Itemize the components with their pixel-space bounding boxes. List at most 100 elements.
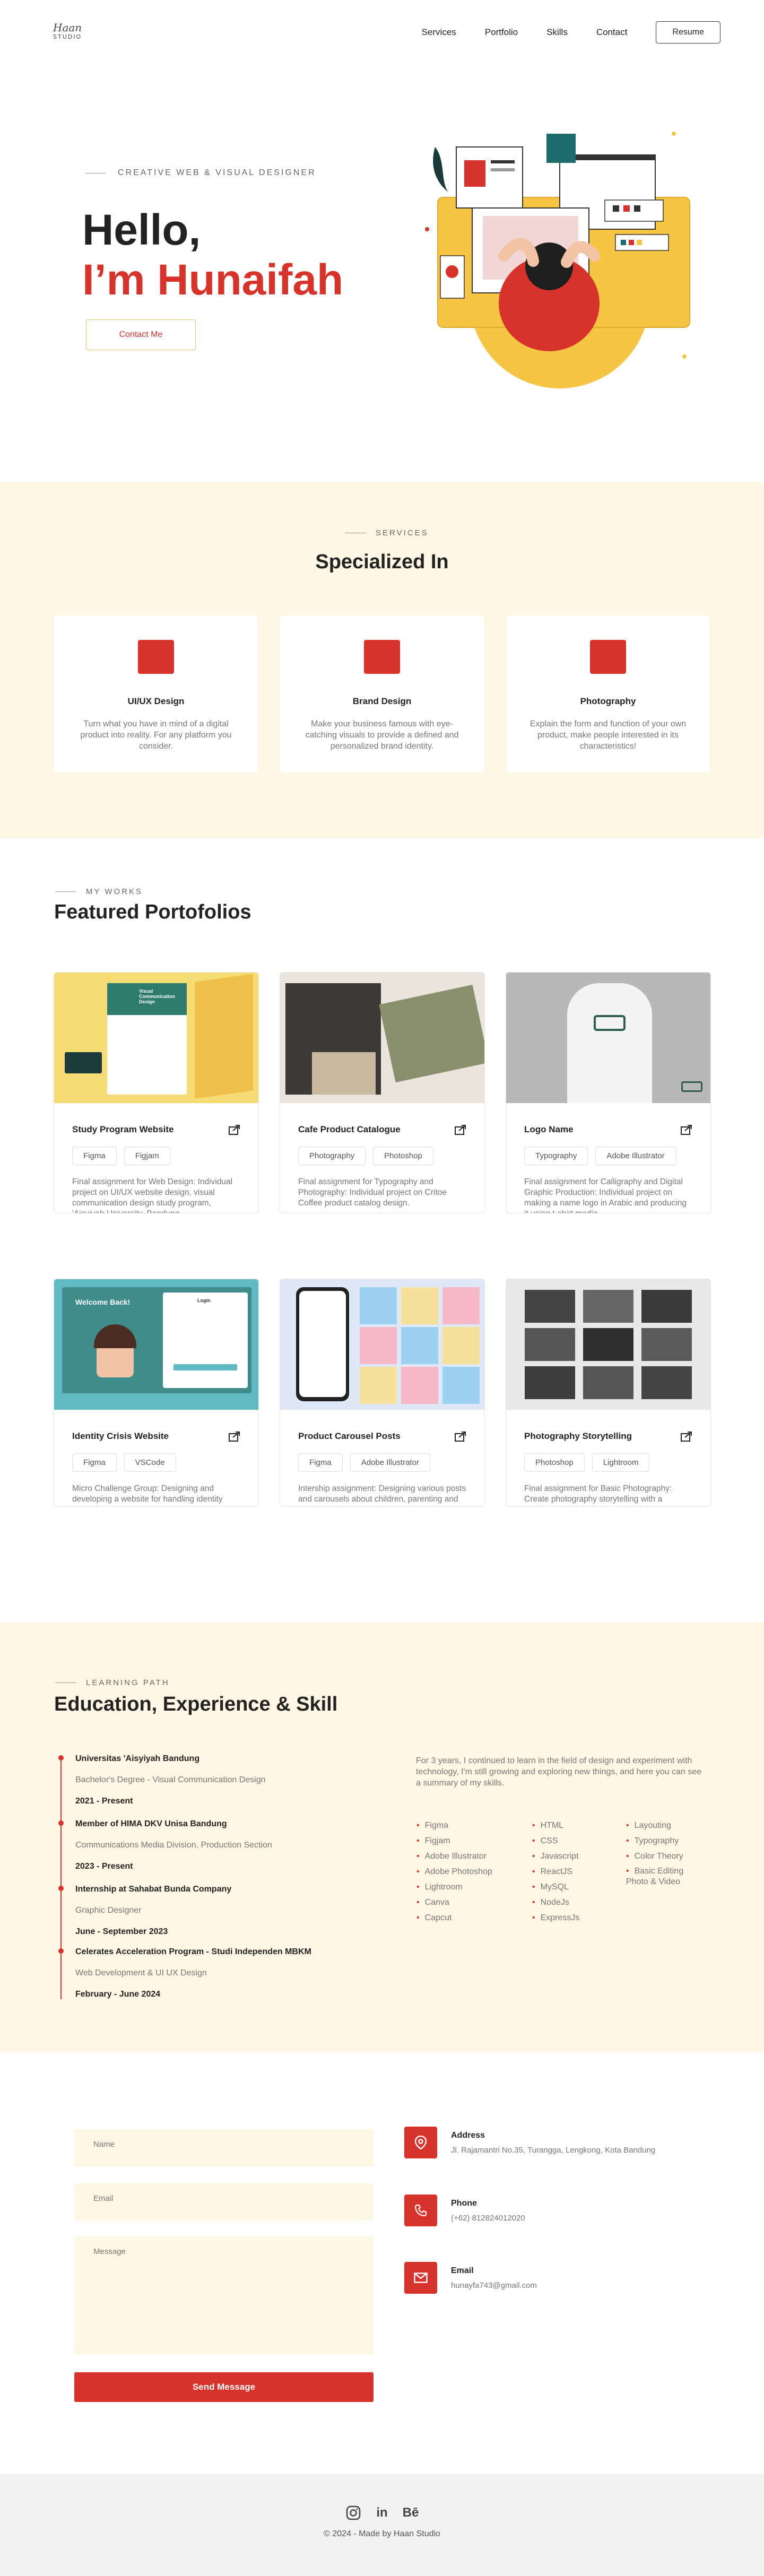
tag: Photography	[298, 1147, 366, 1165]
message-field[interactable]: Message	[74, 2236, 374, 2354]
contact-section: Name Email Message Send Message Address …	[0, 2052, 764, 2474]
nav-link-services[interactable]: Services	[422, 27, 456, 38]
phone-icon	[404, 2195, 437, 2226]
email-value[interactable]: hunayfa743@gmail.com	[451, 2281, 537, 2290]
timeline-dot	[58, 1948, 64, 1954]
email-placeholder: Email	[93, 2194, 114, 2203]
share-icon[interactable]	[681, 1124, 692, 1135]
share-icon[interactable]	[229, 1124, 240, 1135]
subtitle-line	[55, 891, 76, 892]
name-field[interactable]: Name	[74, 2129, 374, 2166]
subtitle-line	[55, 1682, 76, 1683]
portfolio-image-identity-crisis: Login Welcome Back!	[54, 1279, 258, 1410]
tag: Photoshop	[524, 1453, 585, 1472]
tag: Typography	[524, 1147, 588, 1165]
nav-link-portfolio[interactable]: Portfolio	[485, 27, 518, 38]
linkedin-icon[interactable]: in	[374, 2505, 390, 2521]
portfolio-title: Study Program Website	[72, 1124, 174, 1134]
share-icon[interactable]	[681, 1431, 692, 1442]
portfolio-title: Photography Storytelling	[524, 1431, 632, 1441]
portfolio-title: Cafe Product Catalogue	[298, 1124, 401, 1134]
hero-subtitle: CREATIVE WEB & VISUAL DESIGNER	[85, 168, 316, 178]
timeline-item: Universitas 'Aisyiyah Bandung Bachelor's…	[58, 1754, 265, 1806]
mail-icon	[404, 2262, 437, 2294]
portfolio-image-study-program: Visual Communication Design	[54, 973, 258, 1103]
education-subtitle: LEARNING PATH	[55, 1678, 170, 1687]
portfolio-card[interactable]: Product Carousel Posts Figma Adobe Illus…	[280, 1279, 485, 1507]
portfolio-subtitle-text: MY WORKS	[86, 887, 143, 896]
copyright: © 2024 - Made by Haan Studio	[324, 2529, 440, 2538]
portfolio-card[interactable]: Cafe Product Catalogue Photography Photo…	[280, 972, 485, 1213]
timeline-item: Member of HIMA DKV Unisa Bandung Communi…	[58, 1819, 272, 1871]
service-title: Photography	[580, 696, 636, 706]
nav-links: Services Portfolio Skills Contact Resume	[422, 21, 720, 44]
skill-item: Typography	[626, 1833, 695, 1849]
service-title: Brand Design	[352, 696, 412, 706]
skill-item: Adobe Photoshop	[416, 1864, 492, 1879]
instagram-icon[interactable]	[345, 2505, 361, 2521]
portfolio-card[interactable]: Login Welcome Back! Identity Crisis Webs…	[54, 1279, 259, 1507]
nav-link-skills[interactable]: Skills	[546, 27, 568, 38]
tag: Figma	[298, 1453, 343, 1472]
portfolio-card[interactable]: Logo Name Typography Adobe Illustrator F…	[506, 972, 711, 1213]
service-desc: Turn what you have in mind of a digital …	[80, 719, 232, 751]
tag: Figma	[72, 1147, 117, 1165]
timeline-sub: Graphic Designer	[75, 1906, 142, 1915]
resume-button[interactable]: Resume	[656, 21, 720, 44]
share-icon[interactable]	[455, 1124, 466, 1135]
skill-item: HTML	[532, 1818, 579, 1833]
timeline-line	[60, 1758, 62, 1999]
hero-greeting: Hello,	[82, 206, 201, 254]
image-caption: Visual Communication Design	[139, 988, 176, 1004]
services-subtitle-text: SERVICES	[376, 528, 429, 537]
portfolio-section: MY WORKS Featured Portofolios Visual Com…	[0, 838, 764, 1623]
service-card-uiux: UI/UX Design Turn what you have in mind …	[54, 615, 258, 773]
service-title: UI/UX Design	[127, 696, 185, 706]
portfolio-image-cafe-catalogue	[280, 973, 484, 1103]
portfolio-title: Identity Crisis Website	[72, 1431, 169, 1441]
education-section: LEARNING PATH Education, Experience & Sk…	[0, 1623, 764, 2052]
skill-item: Figjam	[416, 1833, 492, 1849]
contact-me-button[interactable]: Contact Me	[86, 319, 196, 350]
address-info: Address Jl. Rajamantri No.35, Turangga, …	[404, 2127, 655, 2158]
portfolio-desc: Intership assignment: Designing various …	[298, 1484, 466, 1506]
logo[interactable]: Haan STUDIO	[53, 22, 82, 42]
skill-item: Basic Editing Photo & Video	[626, 1864, 695, 1887]
email-field[interactable]: Email	[74, 2183, 374, 2221]
social-links: in Bē	[0, 2505, 764, 2521]
education-subtitle-text: LEARNING PATH	[86, 1678, 170, 1687]
tag: Figjam	[124, 1147, 170, 1165]
tag: Lightroom	[592, 1453, 650, 1472]
behance-icon[interactable]: Bē	[403, 2505, 419, 2521]
service-desc: Make your business famous with eye-catch…	[305, 719, 459, 751]
subtitle-line	[85, 172, 106, 174]
logo-sub: STUDIO	[53, 33, 82, 40]
portfolio-subtitle: MY WORKS	[55, 887, 143, 896]
tag: Figma	[72, 1453, 117, 1472]
timeline-date: February - June 2024	[75, 1990, 161, 1999]
skill-item: Capcut	[416, 1910, 492, 1926]
hero-subtitle-text: CREATIVE WEB & VISUAL DESIGNER	[118, 168, 316, 177]
send-message-button[interactable]: Send Message	[74, 2372, 374, 2402]
skill-item: Canva	[416, 1895, 492, 1910]
timeline-title: Member of HIMA DKV Unisa Bandung	[75, 1819, 227, 1828]
uiux-icon	[138, 640, 174, 674]
services-title: Specialized In	[315, 551, 449, 573]
portfolio-desc: Final assignment for Typography and Phot…	[298, 1177, 447, 1208]
nav-link-contact[interactable]: Contact	[596, 27, 628, 38]
portfolio-card[interactable]: Visual Communication Design Study Progra…	[54, 972, 259, 1213]
tag: Photoshop	[373, 1147, 433, 1165]
share-icon[interactable]	[229, 1431, 240, 1442]
education-title: Education, Experience & Skill	[54, 1693, 338, 1715]
timeline-title: Celerates Acceleration Program - Studi I…	[75, 1947, 311, 1956]
timeline-item: Celerates Acceleration Program - Studi I…	[58, 1947, 311, 1999]
portfolio-title: Logo Name	[524, 1124, 574, 1134]
service-card-photography: Photography Explain the form and functio…	[506, 615, 710, 773]
skill-item: Figma	[416, 1818, 492, 1833]
address-value: Jl. Rajamantri No.35, Turangga, Lengkong…	[451, 2146, 656, 2155]
share-icon[interactable]	[455, 1431, 466, 1442]
portfolio-card[interactable]: Photography Storytelling Photoshop Light…	[506, 1279, 711, 1507]
message-placeholder: Message	[93, 2247, 126, 2256]
service-desc: Explain the form and function of your ow…	[529, 719, 687, 751]
skill-item: Layouting	[626, 1818, 695, 1833]
